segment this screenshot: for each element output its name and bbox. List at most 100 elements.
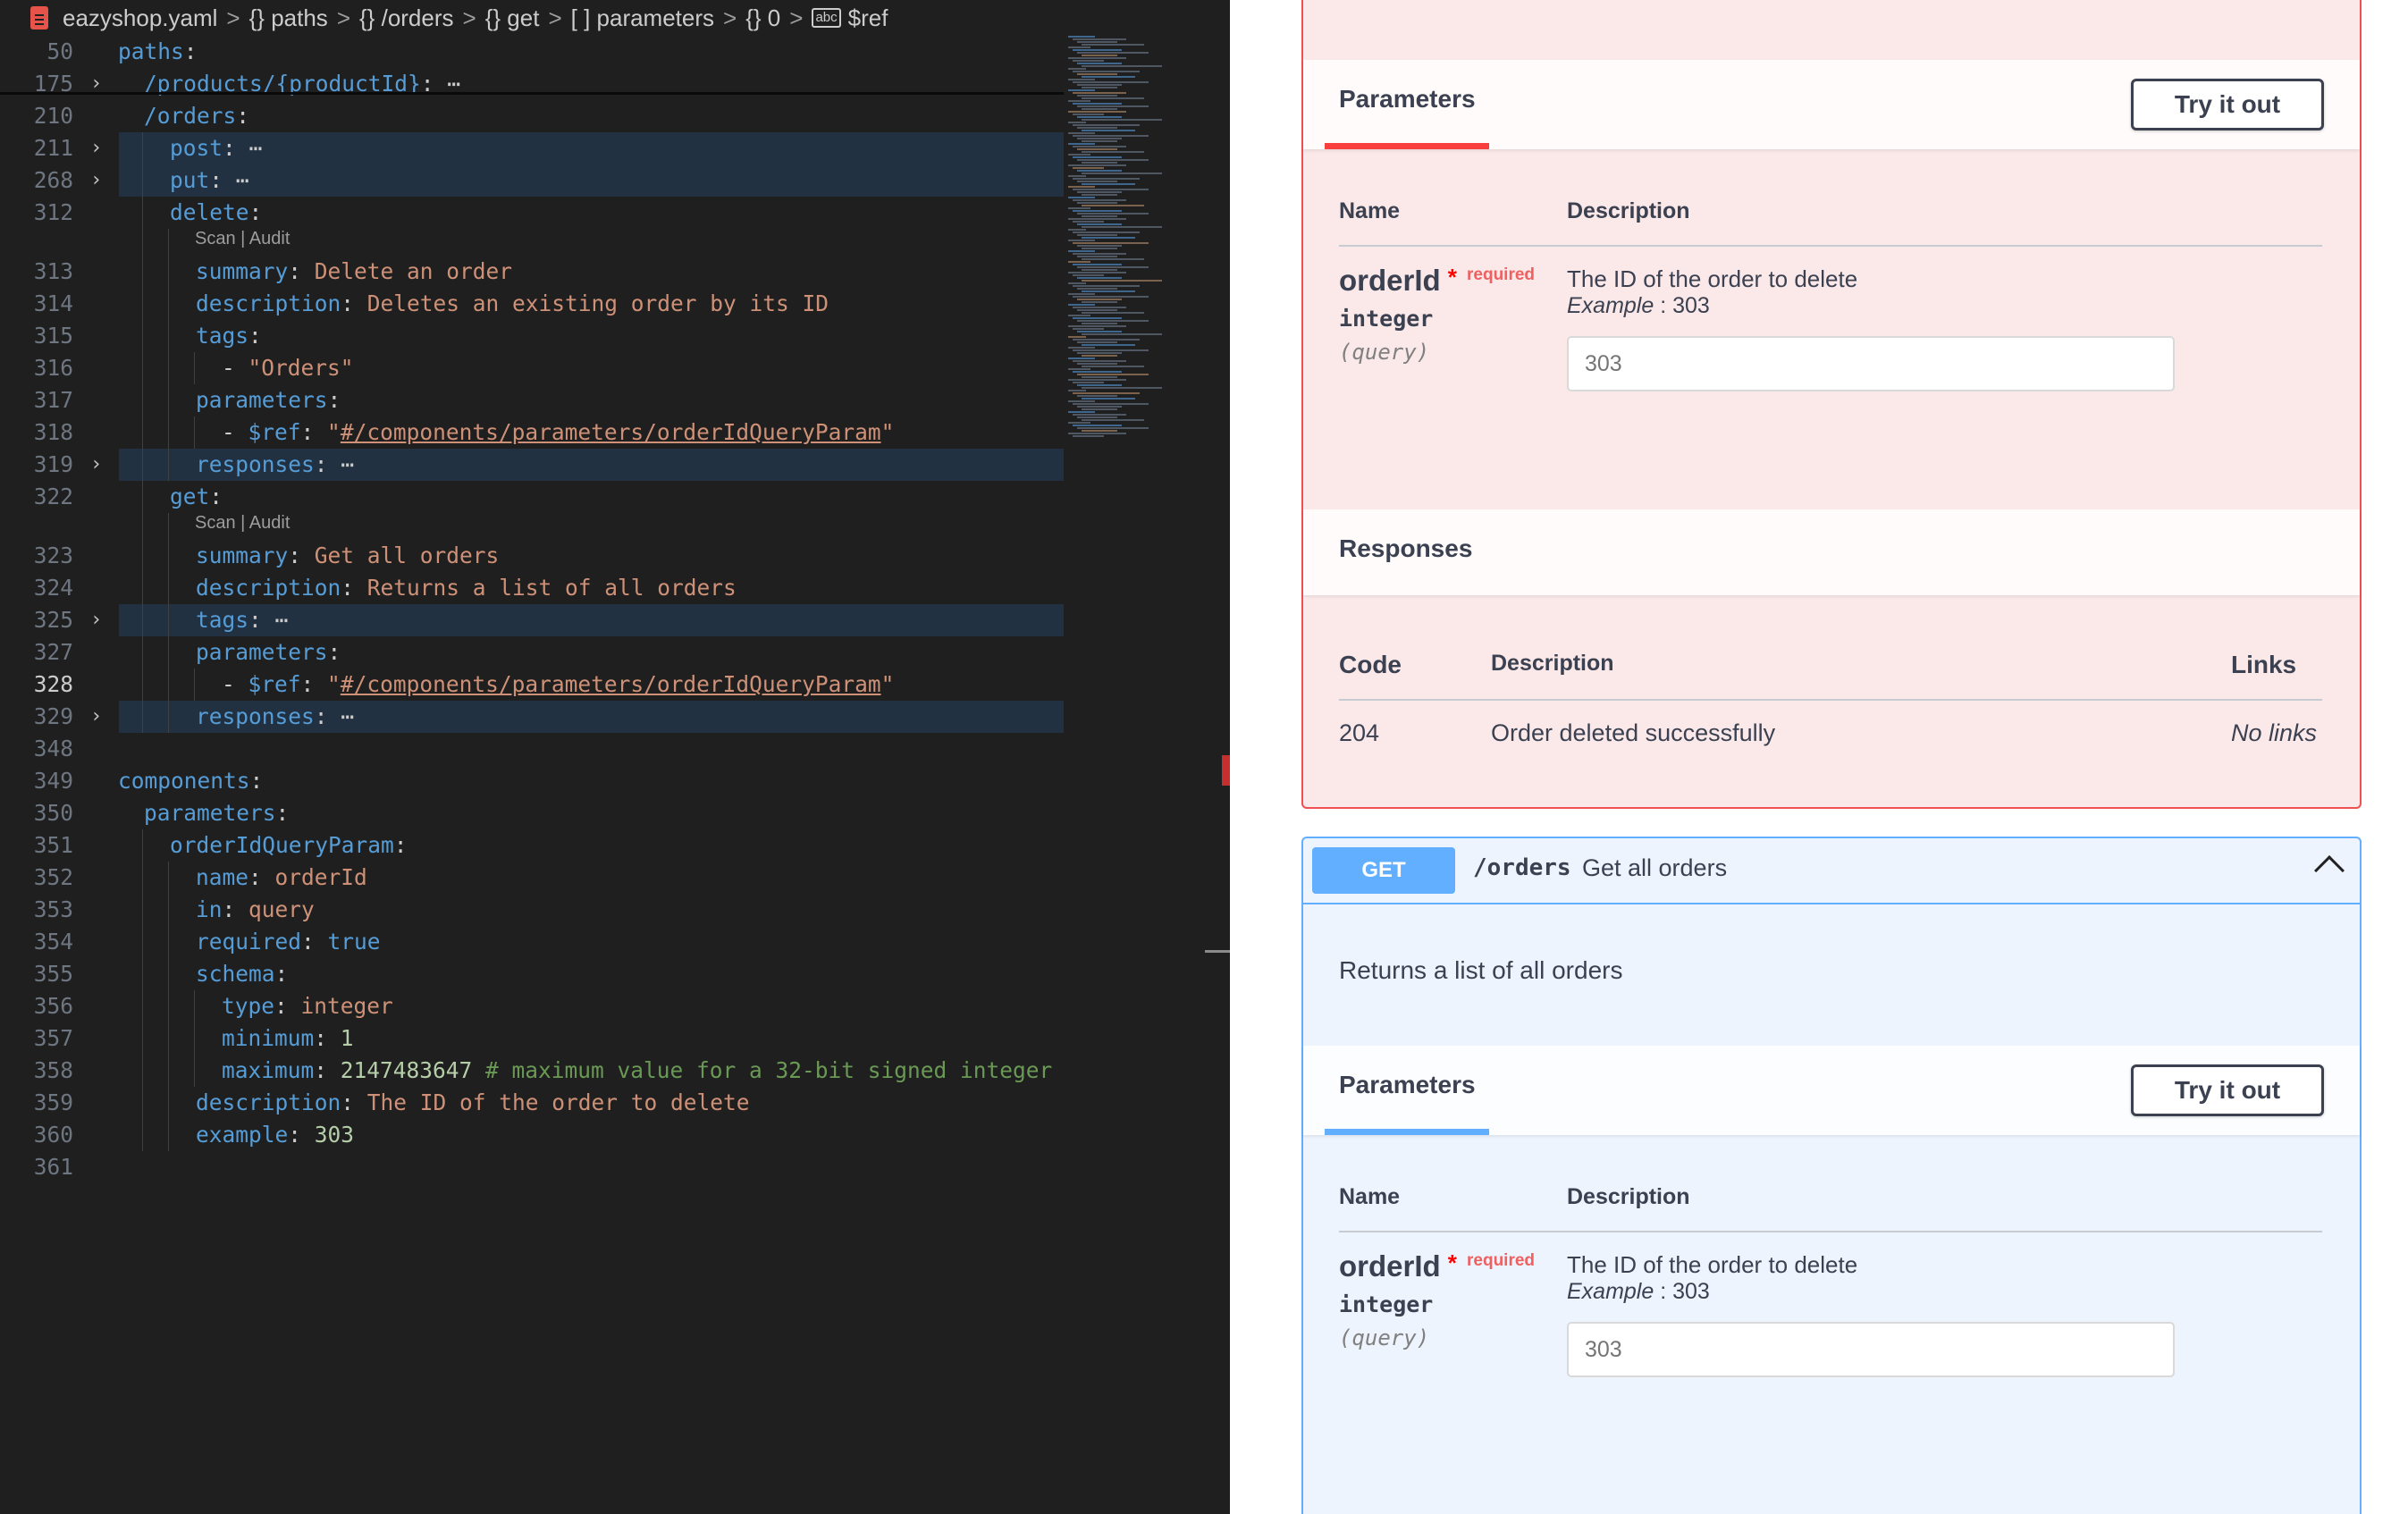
minimap-line bbox=[1082, 65, 1162, 67]
code-line[interactable]: 323 summary: Get all orders bbox=[0, 540, 1064, 572]
code-line[interactable]: 315 tags: bbox=[0, 320, 1064, 352]
indent-guide bbox=[142, 990, 143, 1022]
indent-guide bbox=[142, 958, 143, 990]
minimap-line bbox=[1068, 282, 1086, 284]
code-line[interactable]: 175 › /products/{productId}: ⋯ bbox=[0, 68, 1064, 100]
code-line[interactable]: 358 maximum: 2147483647 # maximum value f… bbox=[0, 1055, 1064, 1087]
code-line[interactable]: 314 description: Deletes an existing orde… bbox=[0, 288, 1064, 320]
minimap-line bbox=[1082, 97, 1144, 99]
code-line[interactable]: 325 › tags: ⋯ bbox=[0, 604, 1064, 636]
code-line[interactable]: 313 summary: Delete an order bbox=[0, 256, 1064, 288]
minimap-line bbox=[1068, 197, 1095, 198]
fold-chevron-icon[interactable]: › bbox=[90, 449, 105, 481]
minimap-line bbox=[1082, 205, 1144, 206]
minimap-line bbox=[1073, 231, 1140, 233]
minimap-line bbox=[1073, 296, 1149, 298]
code-line[interactable]: 316 - "Orders" bbox=[0, 352, 1064, 384]
swagger-ui-panel[interactable]: Parameters Try it out Name Description o… bbox=[1230, 0, 2408, 1514]
fold-chevron-icon[interactable]: › bbox=[90, 701, 105, 733]
code-line[interactable]: 360 example: 303 bbox=[0, 1119, 1064, 1151]
minimap-line bbox=[1073, 199, 1126, 201]
code-line[interactable]: 50 paths: bbox=[0, 36, 1064, 68]
code-line[interactable]: 350 parameters: bbox=[0, 797, 1064, 829]
codelens-scan-audit[interactable]: Scan | Audit bbox=[195, 511, 290, 534]
fold-chevron-icon[interactable]: › bbox=[90, 604, 105, 636]
param-in: (query) bbox=[1339, 340, 1430, 365]
orderid-input[interactable] bbox=[1567, 336, 2175, 391]
line-number: 327 bbox=[33, 639, 73, 665]
indent-guide bbox=[168, 701, 169, 733]
indent-guide bbox=[142, 416, 143, 449]
code-line[interactable]: 353 in: query bbox=[0, 894, 1064, 926]
line-number: 319 bbox=[33, 451, 73, 477]
indent-guide bbox=[194, 990, 195, 1022]
indent-guide bbox=[142, 1022, 143, 1055]
code-line[interactable]: 319 › responses: ⋯ bbox=[0, 449, 1064, 481]
code-line[interactable]: 268 › put: ⋯ bbox=[0, 164, 1064, 197]
code-editor[interactable]: eazyshop.yaml > {} paths > {} /orders > … bbox=[0, 0, 1230, 1514]
minimap-line bbox=[1073, 382, 1104, 383]
minimap-line bbox=[1082, 140, 1117, 142]
code-line[interactable]: 349 components: bbox=[0, 765, 1064, 797]
chevron-up-icon[interactable] bbox=[2314, 855, 2345, 886]
orderid-input[interactable] bbox=[1567, 1322, 2175, 1377]
minimap-line bbox=[1077, 95, 1117, 97]
param-in: (query) bbox=[1339, 1325, 1430, 1350]
minimap-line bbox=[1077, 127, 1117, 129]
fold-chevron-icon[interactable]: › bbox=[90, 68, 105, 100]
fold-chevron-icon[interactable]: › bbox=[90, 164, 105, 197]
code-line[interactable]: 356 type: integer bbox=[0, 990, 1064, 1022]
minimap[interactable] bbox=[1068, 36, 1202, 437]
minimap-line bbox=[1068, 89, 1095, 91]
line-number: 210 bbox=[33, 103, 73, 129]
try-it-out-button[interactable]: Try it out bbox=[2131, 1064, 2324, 1116]
minimap-line bbox=[1077, 374, 1149, 375]
line-number: 316 bbox=[33, 355, 73, 381]
code-line[interactable]: 327 parameters: bbox=[0, 636, 1064, 669]
minimap-line bbox=[1077, 299, 1122, 300]
codelens-scan-audit[interactable]: Scan | Audit bbox=[195, 227, 290, 250]
scrollbar-thumb[interactable] bbox=[1205, 950, 1230, 953]
code-line[interactable]: 322 get: bbox=[0, 481, 1064, 513]
minimap-line bbox=[1082, 194, 1117, 196]
code-line[interactable]: 324 description: Returns a list of all or… bbox=[0, 572, 1064, 604]
fold-chevron-icon[interactable]: › bbox=[90, 132, 105, 164]
required-star: * bbox=[1447, 264, 1457, 290]
code-area[interactable]: 50 paths: 175 ›/products/{productId}: ⋯ 210/… bbox=[0, 0, 1064, 1514]
minimap-line bbox=[1068, 293, 1095, 295]
minimap-line bbox=[1082, 151, 1144, 153]
indent-guide bbox=[142, 481, 143, 513]
code-line[interactable]: 359 description: The ID of the order to d… bbox=[0, 1087, 1064, 1119]
minimap-line bbox=[1082, 312, 1144, 314]
code-line[interactable]: 351 orderIdQueryParam: bbox=[0, 829, 1064, 862]
code-line[interactable]: 312 delete: bbox=[0, 197, 1064, 229]
parameters-tab[interactable]: Parameters bbox=[1339, 1071, 1476, 1099]
line-number: 360 bbox=[33, 1122, 73, 1148]
minimap-line bbox=[1077, 202, 1117, 204]
code-text: responses: ⋯ bbox=[196, 703, 355, 729]
indent-guide bbox=[194, 1055, 195, 1087]
code-line[interactable]: 318 - $ref: "#/components/parameters/orde… bbox=[0, 416, 1064, 449]
code-line[interactable]: 317 parameters: bbox=[0, 384, 1064, 416]
code-line[interactable]: 348 bbox=[0, 733, 1064, 765]
indent-guide bbox=[168, 320, 169, 352]
code-line[interactable]: 361 bbox=[0, 1151, 1064, 1183]
line-number: 353 bbox=[33, 896, 73, 922]
opblock-summary[interactable]: GET /orders Get all orders bbox=[1303, 838, 2360, 904]
try-it-out-button[interactable]: Try it out bbox=[2131, 79, 2324, 130]
code-line[interactable]: 210/orders: bbox=[0, 100, 1064, 132]
code-line[interactable]: 355 schema: bbox=[0, 958, 1064, 990]
code-line[interactable]: 328 - $ref: "#/components/parameters/orde… bbox=[0, 669, 1064, 701]
code-line[interactable]: 211 › post: ⋯ bbox=[0, 132, 1064, 164]
code-text: description: Deletes an existing order b… bbox=[196, 290, 829, 316]
parameters-tab[interactable]: Parameters bbox=[1339, 85, 1476, 114]
code-text: /orders: bbox=[144, 103, 250, 129]
code-line[interactable]: 357 minimum: 1 bbox=[0, 1022, 1064, 1055]
minimap-line bbox=[1073, 328, 1104, 330]
code-line[interactable]: 329 › responses: ⋯ bbox=[0, 701, 1064, 733]
code-line[interactable]: 352 name: orderId bbox=[0, 862, 1064, 894]
minimap-line bbox=[1068, 357, 1095, 359]
code-line[interactable]: 354 required: true bbox=[0, 926, 1064, 958]
minimap-line bbox=[1077, 63, 1122, 64]
op-summary: Get all orders bbox=[1582, 854, 1728, 881]
